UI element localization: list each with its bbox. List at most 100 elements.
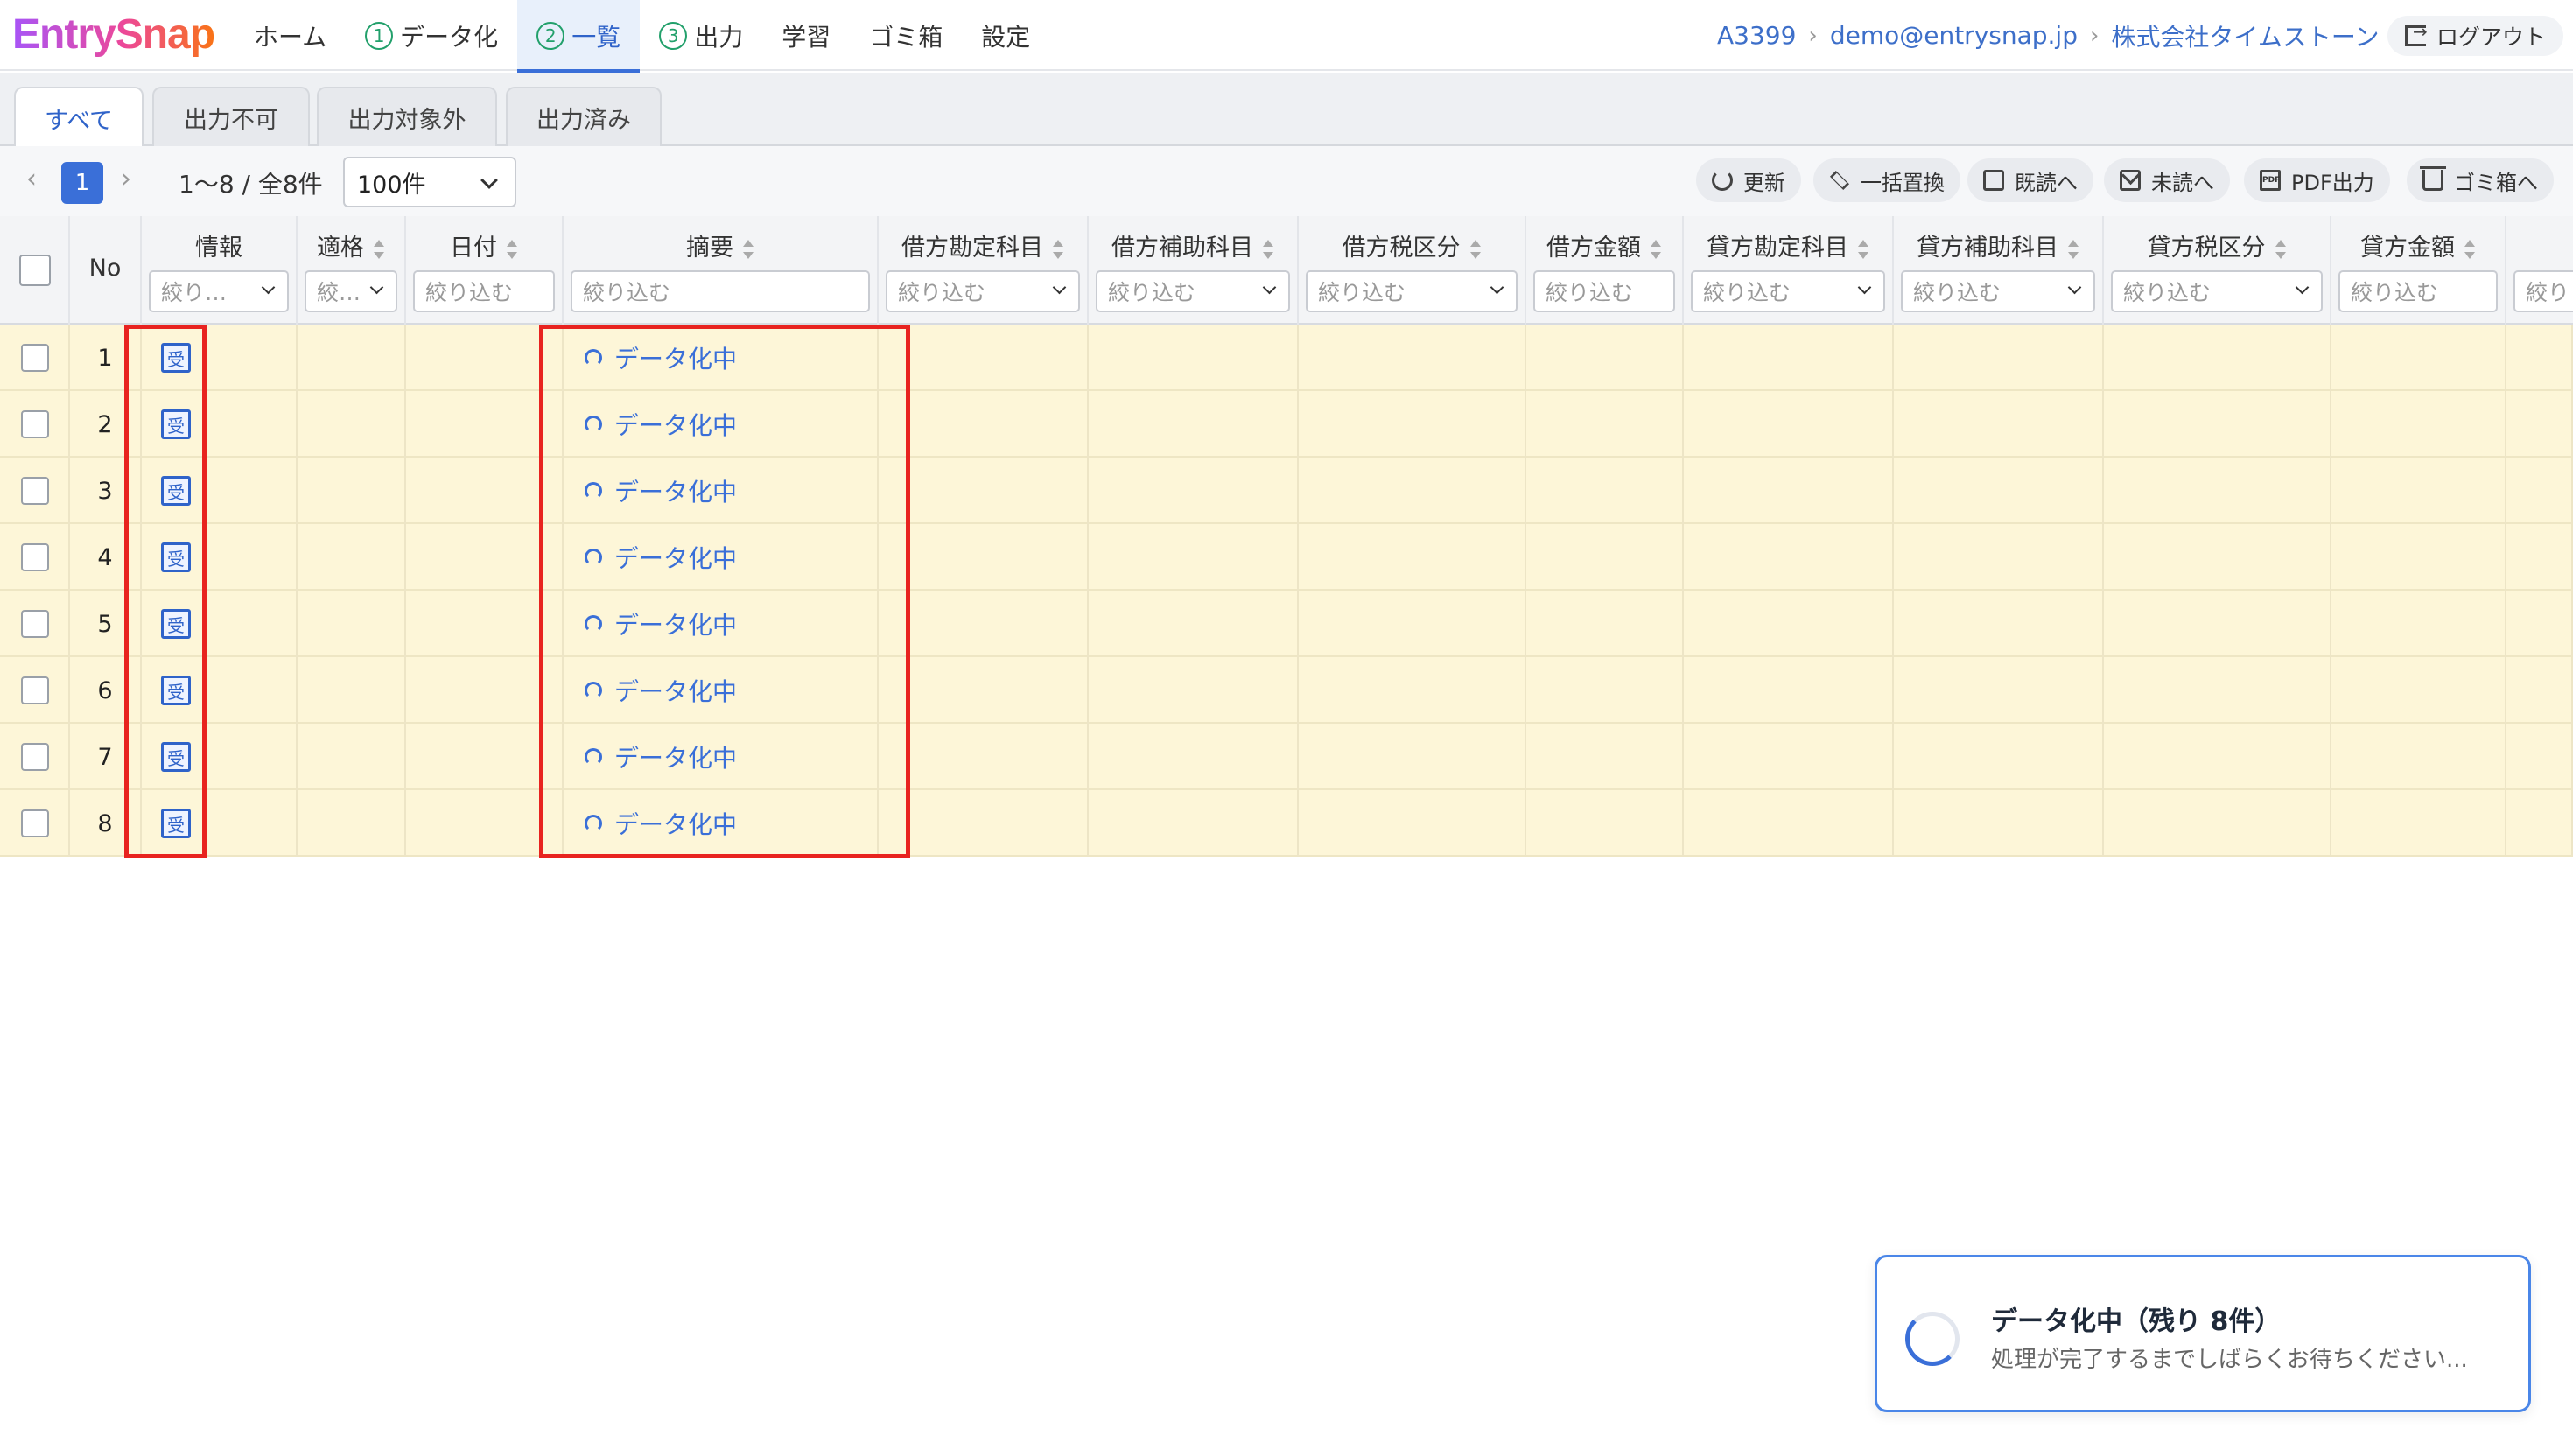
row-checkbox[interactable] (21, 809, 49, 837)
loading-spinner-icon (585, 482, 602, 500)
filter-credit-sub-select[interactable]: 絞り込む (1901, 270, 2095, 312)
table-cell (1684, 391, 1894, 458)
sort-icon[interactable] (373, 239, 385, 259)
filter-invoice-select[interactable]: 絞… (305, 270, 397, 312)
col-extra[interactable]: 絞り (2506, 216, 2573, 325)
breadcrumb-separator-icon: › (2090, 22, 2100, 49)
row-checkbox[interactable] (21, 743, 49, 771)
filter-debit-tax-select[interactable]: 絞り込む (1306, 270, 1518, 312)
row-checkbox[interactable] (21, 410, 49, 438)
mark-read-label: 既読へ (2015, 170, 2078, 195)
filter-credit-account-select[interactable]: 絞り込む (1691, 270, 1885, 312)
table-cell (1894, 724, 2104, 790)
table-row[interactable]: 8 受 データ化中 (0, 790, 2573, 857)
current-page-button[interactable]: 1 (61, 162, 103, 204)
col-date[interactable]: 日付 絞り込む (406, 216, 564, 325)
mark-read-button[interactable]: 既読へ (1967, 158, 2093, 202)
filter-credit-amount-input[interactable]: 絞り込む (2338, 270, 2498, 312)
sort-icon[interactable] (1857, 239, 1869, 259)
table-row[interactable]: 5 受 データ化中 (0, 591, 2573, 657)
col-debit-sub[interactable]: 借方補助科目 絞り込む (1089, 216, 1299, 325)
sort-icon[interactable] (2464, 239, 2476, 259)
breadcrumb-email[interactable]: demo@entrysnap.jp (1830, 21, 2078, 50)
sort-icon[interactable] (1052, 239, 1064, 259)
filter-date-input[interactable]: 絞り込む (413, 270, 555, 312)
breadcrumb-company[interactable]: 株式会社タイムストーン (2111, 18, 2379, 53)
col-debit-amount[interactable]: 借方金額 絞り込む (1526, 216, 1684, 325)
sort-icon[interactable] (2067, 239, 2079, 259)
filter-extra-input[interactable]: 絞り (2513, 270, 2573, 312)
col-credit-tax[interactable]: 貸方税区分 絞り込む (2104, 216, 2331, 325)
app-logo[interactable]: EntrySnap (12, 10, 215, 59)
sort-icon[interactable] (2275, 239, 2287, 259)
tab-exported[interactable]: 出力済み (506, 87, 662, 146)
table-cell (406, 790, 564, 857)
sort-icon[interactable] (1650, 239, 1662, 259)
mark-unread-button[interactable]: 未読へ (2104, 158, 2230, 202)
nav-settings[interactable]: 設定 (962, 0, 1049, 71)
receipt-badge-icon[interactable]: 受 (161, 676, 191, 705)
pdf-export-button[interactable]: PDF PDF出力 (2244, 158, 2390, 202)
row-checkbox[interactable] (21, 344, 49, 372)
receipt-badge-icon[interactable]: 受 (161, 742, 191, 772)
row-checkbox[interactable] (21, 477, 49, 505)
col-debit-account[interactable]: 借方勘定科目 絞り込む (879, 216, 1089, 325)
col-credit-amount[interactable]: 貸方金額 絞り込む (2331, 216, 2506, 325)
filter-summary-input[interactable]: 絞り込む (571, 270, 870, 312)
move-to-trash-button[interactable]: ゴミ箱へ (2407, 158, 2554, 202)
col-summary[interactable]: 摘要 絞り込む (564, 216, 879, 325)
table-row[interactable]: 4 受 データ化中 (0, 524, 2573, 591)
filter-debit-sub-select[interactable]: 絞り込む (1096, 270, 1290, 312)
prev-page-icon[interactable]: ‹ (26, 164, 37, 194)
page-size-select[interactable]: 100件 (343, 157, 516, 207)
table-cell (2506, 391, 2573, 458)
col-credit-account[interactable]: 貸方勘定科目 絞り込む (1684, 216, 1894, 325)
table-cell (2331, 391, 2506, 458)
receipt-badge-icon[interactable]: 受 (161, 808, 191, 838)
table-row[interactable]: 1 受 データ化中 (0, 325, 2573, 391)
next-page-icon[interactable]: › (121, 164, 131, 194)
col-debit-tax[interactable]: 借方税区分 絞り込む (1299, 216, 1526, 325)
sort-icon[interactable] (742, 239, 754, 259)
table-cell (0, 524, 70, 591)
row-checkbox[interactable] (21, 543, 49, 571)
logout-button[interactable]: ログアウト (2387, 16, 2564, 56)
col-invoice[interactable]: 適格 絞… (298, 216, 406, 325)
receipt-badge-icon[interactable]: 受 (161, 343, 191, 373)
table-row[interactable]: 2 受 データ化中 (0, 391, 2573, 458)
tab-excluded[interactable]: 出力対象外 (317, 87, 497, 146)
col-date-label: 日付 (406, 228, 562, 262)
table-row[interactable]: 7 受 データ化中 (0, 724, 2573, 790)
row-checkbox[interactable] (21, 610, 49, 638)
nav-output[interactable]: 3 出力 (640, 0, 762, 71)
table-row[interactable]: 3 受 データ化中 (0, 458, 2573, 524)
sort-icon[interactable] (506, 239, 518, 259)
nav-list[interactable]: 2 一覧 (517, 0, 641, 73)
breadcrumb-account[interactable]: A3399 (1717, 21, 1796, 50)
filter-debit-account-select[interactable]: 絞り込む (886, 270, 1080, 312)
refresh-button[interactable]: 更新 (1696, 158, 1801, 202)
sort-icon[interactable] (1469, 239, 1482, 259)
receipt-badge-icon[interactable]: 受 (161, 410, 191, 439)
col-info[interactable]: 情報 絞り… (142, 216, 298, 325)
row-checkbox[interactable] (21, 676, 49, 704)
table-cell (2104, 724, 2331, 790)
nav-trash[interactable]: ゴミ箱 (850, 0, 962, 71)
filter-debit-amount-input[interactable]: 絞り込む (1533, 270, 1675, 312)
nav-learning[interactable]: 学習 (762, 0, 850, 71)
nav-home[interactable]: ホーム (235, 0, 346, 71)
table-row[interactable]: 6 受 データ化中 (0, 657, 2573, 724)
tab-all[interactable]: すべて (14, 87, 144, 148)
tab-not-exportable[interactable]: 出力不可 (152, 87, 310, 146)
select-all-checkbox[interactable] (19, 255, 51, 286)
receipt-badge-icon[interactable]: 受 (161, 609, 191, 639)
receipt-badge-icon[interactable]: 受 (161, 476, 191, 506)
filter-info-select[interactable]: 絞り… (149, 270, 289, 312)
nav-data-entry[interactable]: 1 データ化 (346, 0, 517, 71)
receipt-badge-icon[interactable]: 受 (161, 542, 191, 572)
sort-icon[interactable] (1262, 239, 1274, 259)
row-number: 8 (70, 790, 142, 857)
filter-credit-tax-select[interactable]: 絞り込む (2111, 270, 2323, 312)
bulk-replace-button[interactable]: 一括置換 (1813, 158, 1960, 202)
col-credit-sub[interactable]: 貸方補助科目 絞り込む (1894, 216, 2104, 325)
